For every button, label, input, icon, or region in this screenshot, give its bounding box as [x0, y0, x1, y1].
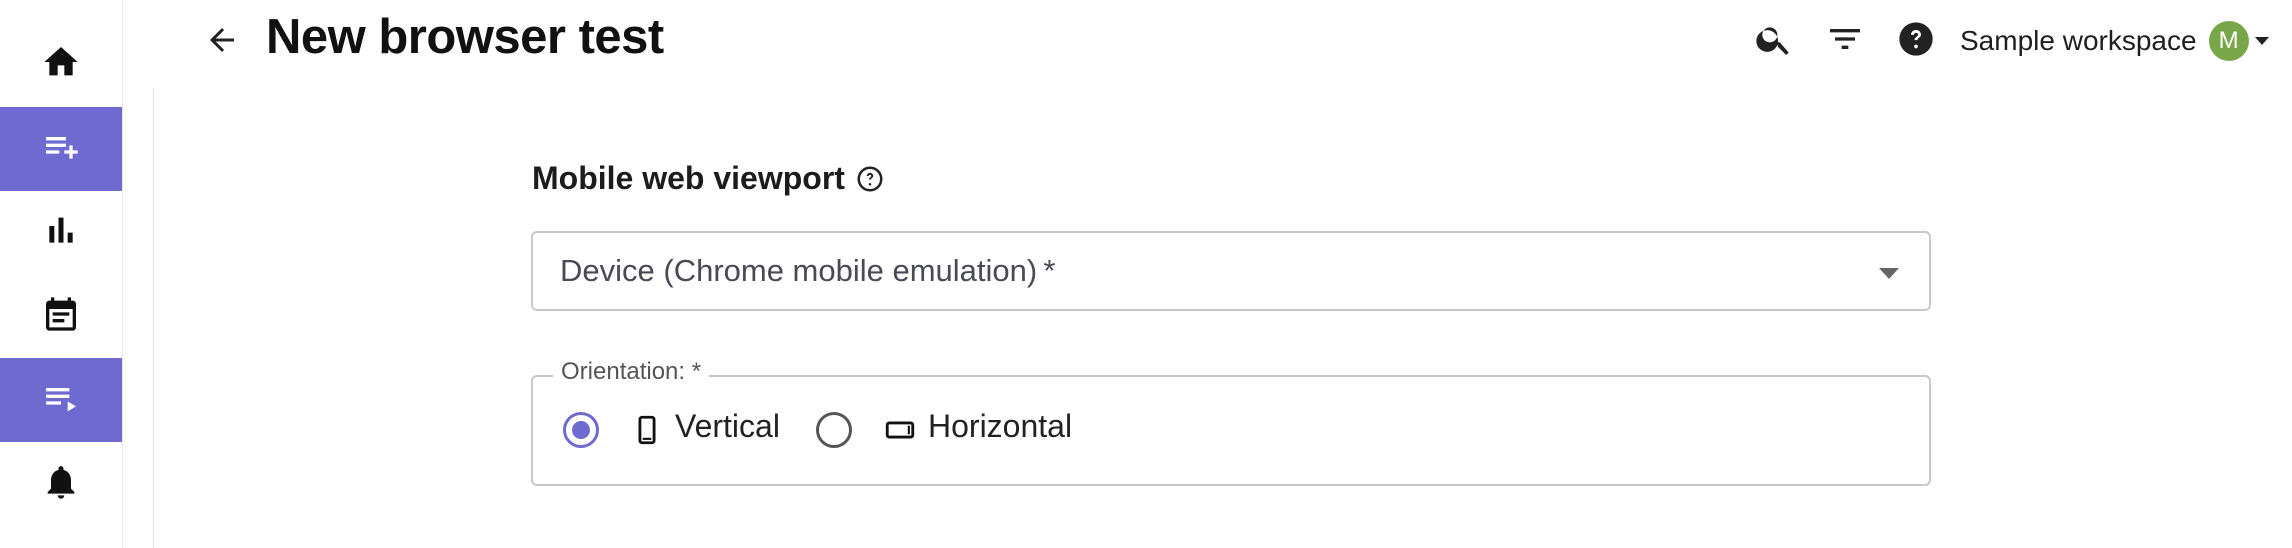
radio-vertical[interactable] — [563, 412, 599, 448]
sidebar-item-home[interactable] — [0, 22, 122, 106]
bar-chart-icon — [41, 211, 81, 256]
app-root: New browser test Sample workspace M Mobi… — [0, 0, 2292, 548]
filter-icon — [1825, 19, 1865, 64]
sidebar-item-reports[interactable] — [0, 191, 122, 275]
filter-button[interactable] — [1822, 18, 1868, 64]
sidebar-item-new-test[interactable] — [0, 107, 122, 191]
help-icon — [1896, 19, 1936, 64]
playlist-add-icon — [41, 127, 81, 172]
sidebar-item-test-runs[interactable] — [0, 358, 122, 442]
section-label: Mobile web viewport — [532, 160, 885, 197]
help-button[interactable] — [1893, 18, 1939, 64]
sidebar — [0, 0, 123, 548]
sidebar-item-schedule[interactable] — [0, 274, 122, 358]
device-select-value: Device (Chrome mobile emulation) * — [560, 253, 1056, 288]
caret-down-icon — [2254, 37, 2269, 45]
back-button[interactable] — [200, 20, 244, 64]
search-button[interactable] — [1751, 18, 1797, 64]
playlist-play-icon — [41, 378, 81, 423]
device-select[interactable]: Device (Chrome mobile emulation) * — [531, 231, 1931, 311]
page-title: New browser test — [266, 10, 664, 64]
section-title: Mobile web viewport — [532, 160, 845, 196]
help-circle-icon[interactable] — [855, 164, 885, 194]
phone-landscape-icon — [883, 413, 917, 447]
option-label-horizontal[interactable]: Horizontal — [928, 408, 1072, 445]
calendar-icon — [41, 294, 81, 339]
home-icon — [41, 42, 81, 87]
workspace-name: Sample workspace — [1960, 25, 2197, 56]
arrow-left-icon — [204, 22, 240, 63]
dropdown-arrow-icon — [1879, 268, 1899, 279]
orientation-legend: Orientation: * — [553, 358, 710, 386]
option-label-vertical[interactable]: Vertical — [675, 408, 780, 445]
bell-icon — [41, 462, 81, 507]
phone-portrait-icon — [630, 413, 664, 447]
avatar: M — [2208, 21, 2249, 61]
radio-horizontal[interactable] — [816, 412, 852, 448]
workspace-menu[interactable]: Sample workspace M — [1960, 18, 2269, 64]
sidebar-item-alerts[interactable] — [0, 442, 122, 526]
content-gutter — [123, 88, 154, 548]
search-icon — [1754, 19, 1794, 64]
